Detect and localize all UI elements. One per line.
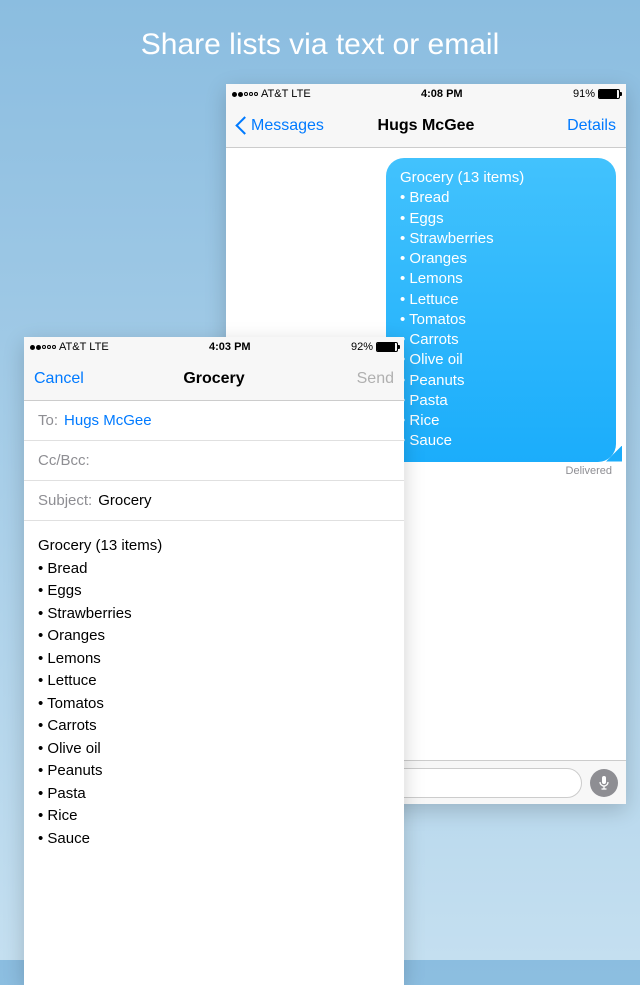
sent-message-bubble[interactable]: Grocery (13 items) • Bread • Eggs • Stra… [386, 158, 616, 462]
back-label: Messages [251, 117, 324, 135]
cc-bcc-label: Cc/Bcc: [38, 452, 90, 469]
carrier-label: AT&T [261, 88, 288, 100]
cc-bcc-field[interactable]: Cc/Bcc: [24, 441, 404, 481]
details-button[interactable]: Details [526, 117, 616, 135]
battery-icon [376, 342, 398, 352]
battery-percent: 92% [351, 341, 373, 353]
cancel-button[interactable]: Cancel [34, 370, 124, 388]
signal-dots-icon [232, 92, 258, 97]
status-right: 92% [351, 341, 398, 353]
battery-icon [598, 89, 620, 99]
carrier-label: AT&T [59, 341, 86, 353]
chevron-left-icon [236, 117, 247, 135]
email-fields: To: Hugs McGee Cc/Bcc: Subject: Grocery [24, 401, 404, 521]
network-label: LTE [89, 341, 108, 353]
to-recipient: Hugs McGee [64, 412, 152, 429]
status-time: 4:08 PM [421, 88, 463, 100]
email-phone: AT&T LTE 4:03 PM 92% Cancel Grocery Send… [24, 337, 404, 985]
nav-bar: Cancel Grocery Send [24, 357, 404, 401]
status-bar: AT&T LTE 4:08 PM 91% [226, 84, 626, 104]
network-label: LTE [291, 88, 310, 100]
status-left: AT&T LTE [30, 341, 109, 353]
compose-title: Grocery [183, 370, 244, 388]
microphone-icon[interactable] [590, 769, 618, 797]
email-body[interactable]: Grocery (13 items) • Bread • Eggs • Stra… [24, 521, 404, 864]
back-button[interactable]: Messages [236, 117, 326, 135]
status-right: 91% [573, 88, 620, 100]
status-left: AT&T LTE [232, 88, 311, 100]
status-bar: AT&T LTE 4:03 PM 92% [24, 337, 404, 357]
subject-value: Grocery [98, 492, 151, 509]
subject-field[interactable]: Subject: Grocery [24, 481, 404, 521]
status-time: 4:03 PM [209, 341, 251, 353]
nav-bar: Messages Hugs McGee Details [226, 104, 626, 148]
signal-dots-icon [30, 345, 56, 350]
to-label: To: [38, 412, 58, 429]
conversation-title: Hugs McGee [378, 117, 475, 135]
send-button[interactable]: Send [304, 370, 394, 388]
subject-label: Subject: [38, 492, 92, 509]
hero-title: Share lists via text or email [0, 0, 640, 62]
battery-percent: 91% [573, 88, 595, 100]
to-field[interactable]: To: Hugs McGee [24, 401, 404, 441]
